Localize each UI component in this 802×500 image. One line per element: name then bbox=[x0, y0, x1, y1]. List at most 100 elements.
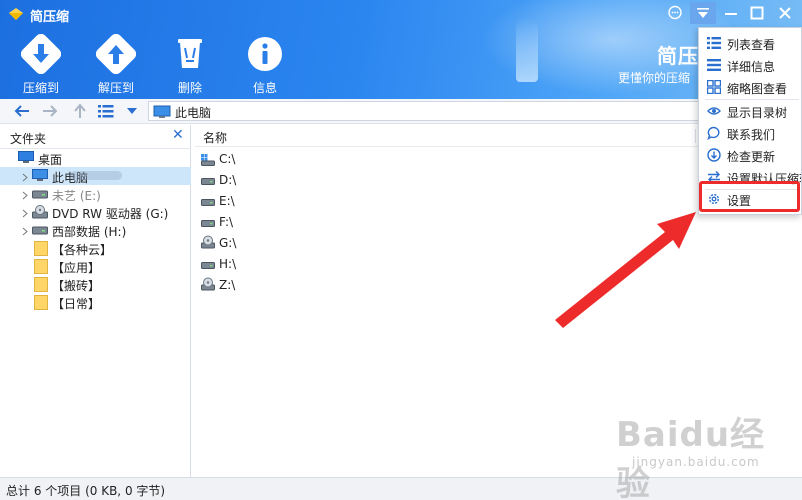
menu-item-label: 检查更新 bbox=[727, 150, 776, 164]
title-bar: 简压缩 压缩到 解压到 删除 信息 简压 更懂你的压缩 bbox=[0, 0, 802, 99]
folder-panel-title: 文件夹 bbox=[10, 132, 47, 146]
file-row-label: E:\ bbox=[219, 194, 235, 208]
column-separator bbox=[695, 129, 696, 143]
back-button[interactable] bbox=[12, 102, 32, 120]
folder-icon bbox=[34, 295, 48, 310]
upload-arrow-icon bbox=[96, 34, 136, 74]
info-icon bbox=[248, 37, 282, 71]
redaction-smudge bbox=[70, 171, 122, 180]
menu-item-check-update[interactable]: 检查更新 bbox=[699, 144, 801, 166]
menu-dropdown-button[interactable] bbox=[690, 2, 716, 24]
drive-icon bbox=[32, 190, 48, 199]
tree-item-label: 桌面 bbox=[38, 153, 63, 167]
folder-panel-header: 文件夹 ✕ bbox=[0, 125, 191, 149]
compress-to-button[interactable]: 压缩到 bbox=[11, 34, 71, 96]
menu-item-contact[interactable]: 联系我们 bbox=[699, 122, 801, 144]
file-row-label: C:\ bbox=[219, 152, 236, 166]
close-panel-icon[interactable]: ✕ bbox=[172, 127, 184, 143]
menu-item-label: 详细信息 bbox=[727, 60, 776, 74]
list-view-icon bbox=[707, 37, 721, 49]
menu-item-thumbnails[interactable]: 缩略图查看 bbox=[699, 76, 801, 98]
file-row-label: D:\ bbox=[219, 173, 237, 187]
folder-icon bbox=[34, 259, 48, 274]
close-button[interactable] bbox=[772, 2, 798, 24]
folder-icon bbox=[34, 277, 48, 292]
file-row-label: F:\ bbox=[219, 215, 234, 229]
feedback-button[interactable] bbox=[662, 2, 688, 24]
info-label: 信息 bbox=[252, 81, 277, 95]
column-header-name[interactable]: 名称 bbox=[203, 129, 227, 146]
tree-item-desktop[interactable]: 桌面 bbox=[0, 149, 191, 167]
watermark-url: jingyan.baidu.com bbox=[632, 455, 760, 469]
expand-arrow-icon[interactable] bbox=[22, 189, 28, 203]
close-icon bbox=[779, 7, 791, 19]
tree-item-label: 未艺 (E:) bbox=[52, 189, 101, 203]
folder-icon bbox=[34, 241, 48, 256]
app-logo-icon bbox=[9, 8, 23, 20]
folder-tree-panel: 文件夹 ✕ 桌面 此电脑 未艺 (E:) DVD RW 驱动器 (G:) 西部数… bbox=[0, 125, 191, 477]
drive-icon bbox=[32, 226, 48, 235]
annotation-arrow bbox=[555, 212, 696, 328]
maximize-button[interactable] bbox=[744, 2, 770, 24]
menu-item-details[interactable]: 详细信息 bbox=[699, 54, 801, 76]
menu-item-list-view[interactable]: 列表查看 bbox=[699, 32, 801, 54]
chevron-down-icon bbox=[127, 108, 137, 114]
address-text: 此电脑 bbox=[175, 106, 212, 120]
watermark: Baidu经验 jingyan.baidu.com bbox=[616, 407, 796, 500]
tree-item-drive-h[interactable]: 西部数据 (H:) bbox=[0, 221, 191, 239]
settings-highlight-box bbox=[699, 181, 800, 212]
expand-arrow-icon[interactable] bbox=[22, 171, 28, 185]
download-arrow-icon bbox=[21, 34, 61, 74]
file-row-e[interactable]: E:\ bbox=[195, 191, 595, 211]
navigation-bar: 此电脑 bbox=[0, 99, 802, 124]
arrow-up-icon bbox=[74, 103, 86, 118]
file-row-label: G:\ bbox=[219, 236, 237, 250]
chat-icon bbox=[707, 126, 720, 140]
drive-icon bbox=[201, 220, 215, 227]
tree-item-label: 【日常】 bbox=[52, 297, 101, 311]
tree-item-folder-work[interactable]: 【搬砖】 bbox=[0, 275, 191, 293]
brand-slogan: 更懂你的压缩 bbox=[618, 71, 691, 85]
app-title: 简压缩 bbox=[30, 10, 70, 25]
view-mode-button[interactable] bbox=[96, 102, 116, 120]
menu-item-label: 缩略图查看 bbox=[727, 82, 788, 96]
info-button[interactable]: 信息 bbox=[235, 34, 295, 96]
expand-arrow-icon[interactable] bbox=[22, 225, 28, 239]
header-illustration bbox=[516, 18, 538, 82]
list-icon bbox=[98, 105, 114, 118]
extract-to-button[interactable]: 解压到 bbox=[86, 34, 146, 96]
expand-arrow-icon[interactable] bbox=[22, 207, 28, 221]
minimize-button[interactable] bbox=[718, 2, 744, 24]
delete-label: 删除 bbox=[177, 81, 202, 95]
file-row-z[interactable]: Z:\ bbox=[195, 275, 595, 295]
menu-item-label: 列表查看 bbox=[727, 38, 776, 52]
file-row-h[interactable]: H:\ bbox=[195, 254, 595, 274]
tree-item-folder-daily[interactable]: 【日常】 bbox=[0, 293, 191, 311]
address-bar[interactable]: 此电脑 bbox=[148, 101, 788, 121]
tree-item-this-pc[interactable]: 此电脑 bbox=[0, 167, 191, 185]
extract-to-label: 解压到 bbox=[97, 81, 134, 95]
view-mode-dropdown[interactable] bbox=[122, 102, 142, 120]
tree-item-folder-cloud[interactable]: 【各种云】 bbox=[0, 239, 191, 257]
tree-item-label: DVD RW 驱动器 (G:) bbox=[52, 207, 169, 221]
tree-item-dvd-g[interactable]: DVD RW 驱动器 (G:) bbox=[0, 203, 191, 221]
tree-item-folder-apps[interactable]: 【应用】 bbox=[0, 257, 191, 275]
eye-icon bbox=[707, 107, 721, 115]
dvd-icon bbox=[201, 277, 215, 291]
forward-button[interactable] bbox=[40, 102, 60, 120]
drive-icon bbox=[201, 178, 215, 185]
file-row-c[interactable]: C:\ bbox=[195, 149, 595, 169]
file-row-g[interactable]: G:\ bbox=[195, 233, 595, 253]
up-button[interactable] bbox=[70, 102, 90, 120]
menu-item-show-tree[interactable]: 显示目录树 bbox=[699, 100, 801, 122]
tree-item-drive-e[interactable]: 未艺 (E:) bbox=[0, 185, 191, 203]
file-row-d[interactable]: D:\ bbox=[195, 170, 595, 190]
delete-button[interactable]: 删除 bbox=[160, 34, 220, 96]
windows-drive-icon bbox=[201, 154, 215, 166]
menu-item-label: 联系我们 bbox=[727, 128, 776, 142]
update-icon bbox=[707, 148, 721, 162]
tree-item-label: 【搬砖】 bbox=[52, 279, 101, 293]
computer-icon bbox=[153, 105, 171, 118]
menu-item-label: 显示目录树 bbox=[727, 106, 788, 120]
file-row-f[interactable]: F:\ bbox=[195, 212, 595, 232]
